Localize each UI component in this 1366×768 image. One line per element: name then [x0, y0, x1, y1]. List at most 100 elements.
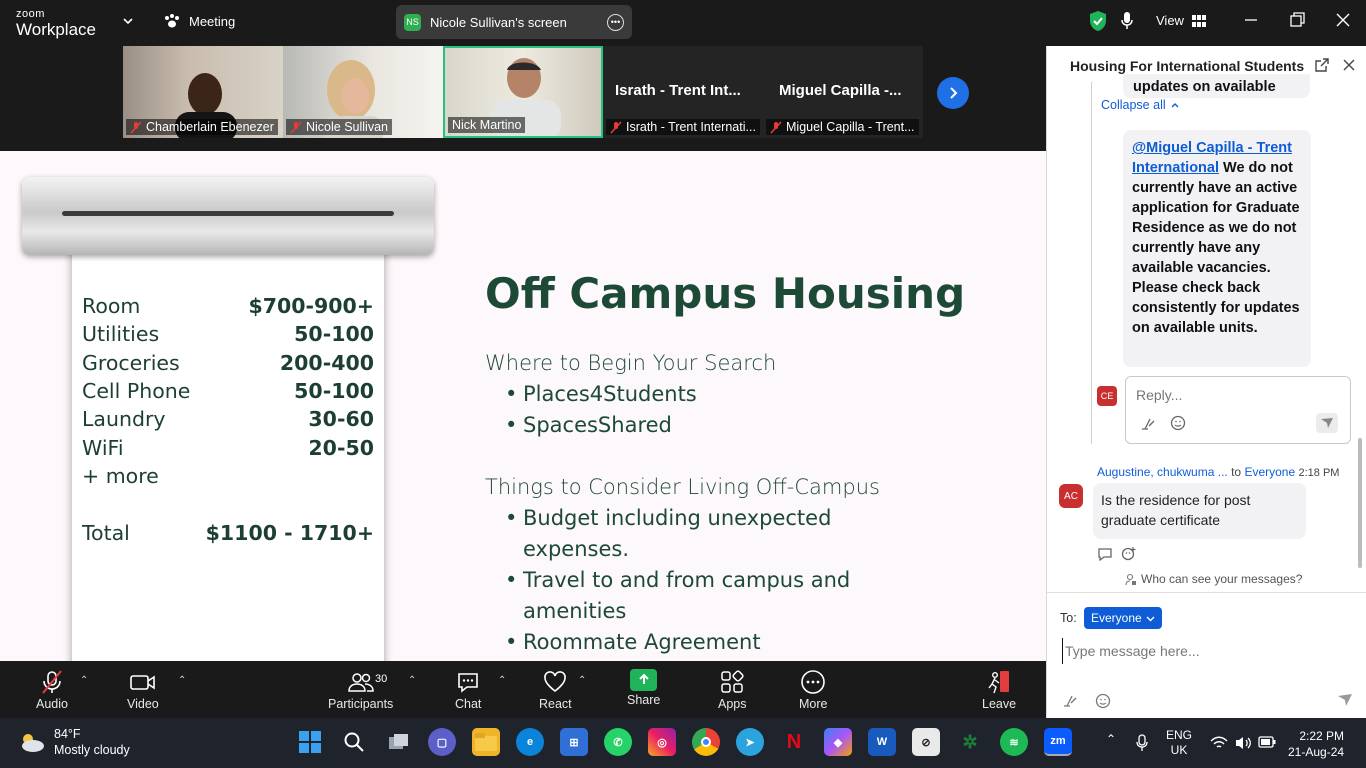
- share-label: Share: [627, 693, 661, 707]
- tile-name: Nicole Sullivan: [306, 120, 388, 134]
- task-view-icon[interactable]: [385, 728, 413, 756]
- share-button[interactable]: Share: [627, 669, 660, 707]
- chat-app-icon[interactable]: ▢: [428, 728, 456, 756]
- view-label: View: [1156, 13, 1184, 28]
- weather-widget[interactable]: 84°F Mostly cloudy: [18, 726, 130, 758]
- clipped-message: updates on available: [1123, 74, 1310, 98]
- audio-options-caret[interactable]: ⌃: [80, 675, 88, 686]
- mic-icon[interactable]: [1120, 11, 1134, 31]
- spotify-icon[interactable]: ≋: [1000, 728, 1028, 756]
- bullet-item: Places4Students: [505, 379, 697, 410]
- sender-name[interactable]: Augustine, chukwuma ...: [1097, 465, 1228, 479]
- search-icon[interactable]: [340, 728, 368, 756]
- shield-icon[interactable]: [1088, 10, 1108, 32]
- chat-label: Chat: [455, 697, 482, 711]
- recipient-value: Everyone: [1091, 611, 1142, 625]
- wifi-icon[interactable]: [1210, 736, 1228, 750]
- chevron-down-icon[interactable]: [121, 14, 135, 28]
- video-tile-chamberlain[interactable]: Chamberlain Ebenezer: [123, 46, 283, 138]
- weather-temp: 84°F: [54, 727, 81, 741]
- reply-message[interactable]: @Miguel Capilla - Trent International We…: [1123, 130, 1311, 367]
- tile-display-name: Miguel Capilla -...: [779, 82, 902, 99]
- thread-line: [1091, 82, 1092, 444]
- emoji-icon[interactable]: [1170, 415, 1186, 431]
- muted-mic-icon: [130, 120, 142, 134]
- format-icon[interactable]: [1062, 694, 1078, 708]
- apps-button[interactable]: Apps: [718, 669, 747, 711]
- weather-condition: Mostly cloudy: [54, 743, 130, 757]
- emoji-icon[interactable]: [1095, 693, 1111, 709]
- react-options-caret[interactable]: ⌃: [578, 675, 586, 686]
- zoom-logo[interactable]: zoom Workplace: [16, 9, 96, 39]
- react-button[interactable]: React: [539, 669, 572, 711]
- reply-thread-icon[interactable]: [1097, 547, 1113, 561]
- file-explorer-icon[interactable]: [472, 728, 500, 756]
- video-tile-israth[interactable]: Israth - Trent Int... Israth - Trent Int…: [603, 46, 763, 138]
- word-icon[interactable]: W: [868, 728, 896, 756]
- receipt-total: Total $1100 - 1710+: [82, 521, 374, 545]
- leave-label: Leave: [982, 697, 1017, 711]
- send-icon[interactable]: [1316, 413, 1338, 433]
- telegram-icon[interactable]: ➤: [736, 728, 764, 756]
- video-tile-miguel[interactable]: Miguel Capilla -... Miguel Capilla - Tre…: [763, 46, 923, 138]
- more-button[interactable]: More: [799, 669, 827, 711]
- instagram-icon[interactable]: ◎: [648, 728, 676, 756]
- total-label: Total: [82, 521, 130, 545]
- whatsapp-icon[interactable]: ✆: [604, 728, 632, 756]
- more-options-icon[interactable]: •••: [607, 13, 624, 31]
- video-button[interactable]: Video: [127, 669, 159, 711]
- mic-tray-icon[interactable]: [1136, 734, 1148, 752]
- capcut-icon[interactable]: ⊘: [912, 728, 940, 756]
- leave-button[interactable]: Leave: [982, 669, 1016, 711]
- language-indicator[interactable]: ENG UK: [1166, 728, 1192, 758]
- close-icon[interactable]: [1341, 57, 1357, 73]
- zoom-taskbar-icon[interactable]: zm: [1044, 728, 1072, 756]
- reply-input[interactable]: Reply...: [1125, 376, 1351, 444]
- video-options-caret[interactable]: ⌃: [178, 675, 186, 686]
- copilot-icon[interactable]: ◆: [824, 728, 852, 756]
- netflix-icon[interactable]: N: [780, 728, 808, 756]
- collapse-all-link[interactable]: Collapse all: [1101, 98, 1180, 112]
- tray-overflow-icon[interactable]: ⌃: [1106, 732, 1116, 747]
- send-icon[interactable]: [1335, 691, 1355, 709]
- video-tile-nicole[interactable]: Nicole Sullivan: [283, 46, 443, 138]
- chat-message[interactable]: Is the residence for post graduate certi…: [1093, 483, 1306, 539]
- printer-slot: [62, 211, 394, 216]
- chat-button[interactable]: Chat: [455, 669, 481, 711]
- chrome-icon[interactable]: [692, 728, 720, 756]
- tile-name: Israth - Trent Internati...: [626, 120, 756, 134]
- add-reaction-icon[interactable]: [1121, 546, 1137, 562]
- close-icon[interactable]: [1333, 10, 1353, 30]
- recipient-select[interactable]: Everyone: [1084, 607, 1162, 629]
- video-label: Video: [127, 697, 159, 711]
- video-tile-nick[interactable]: Nick Martino: [443, 46, 603, 138]
- share-icon: [630, 669, 658, 691]
- edge-browser-icon[interactable]: e: [516, 728, 544, 756]
- format-icon[interactable]: [1140, 417, 1156, 431]
- windows-start-icon[interactable]: [296, 728, 324, 756]
- bullet-text: Places4Students: [523, 382, 697, 406]
- system-clock[interactable]: 2:22 PM 21-Aug-24: [1288, 728, 1344, 760]
- message-input[interactable]: [1062, 638, 1352, 664]
- more-icon: [801, 670, 826, 694]
- screen-share-indicator[interactable]: NS Nicole Sullivan's screen •••: [396, 5, 632, 39]
- next-page-button[interactable]: [937, 77, 969, 109]
- chat-options-caret[interactable]: ⌃: [498, 675, 506, 686]
- message-text: Is the residence for post graduate certi…: [1101, 492, 1251, 528]
- battery-icon[interactable]: [1258, 735, 1276, 749]
- participants-options-caret[interactable]: ⌃: [408, 675, 416, 686]
- popout-icon[interactable]: [1314, 57, 1330, 73]
- visibility-link[interactable]: Who can see your messages?: [1125, 572, 1302, 586]
- volume-icon[interactable]: [1234, 735, 1252, 751]
- muted-mic-icon: [610, 120, 622, 134]
- app-icon[interactable]: ✲: [956, 728, 984, 756]
- cloudy-weather-icon: [22, 734, 44, 752]
- restore-icon[interactable]: [1287, 10, 1307, 30]
- store-icon[interactable]: ⊞: [560, 728, 588, 756]
- minimize-icon[interactable]: [1241, 10, 1261, 30]
- meeting-menu[interactable]: Meeting: [163, 13, 235, 29]
- audio-button[interactable]: Audio: [36, 669, 68, 711]
- view-menu[interactable]: View: [1156, 13, 1206, 28]
- scrollbar[interactable]: [1358, 438, 1362, 568]
- bullet-item: Travel to and from campus and amenities: [505, 565, 850, 627]
